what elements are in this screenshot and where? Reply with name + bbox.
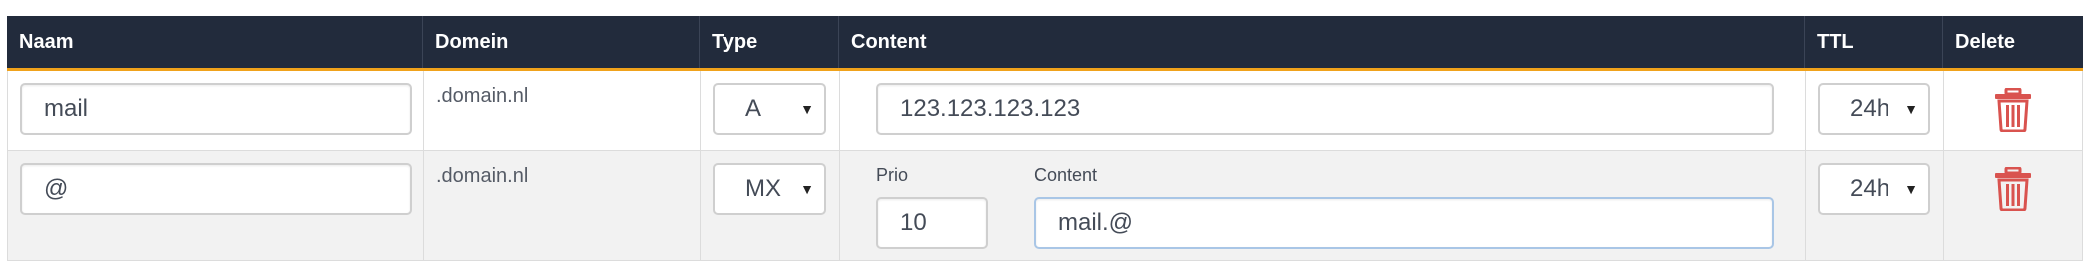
content-input[interactable]: 123.123.123.123 xyxy=(876,83,1774,135)
ttl-select-value: 24h xyxy=(1850,175,1888,202)
type-select[interactable]: MX ▼ xyxy=(713,163,826,215)
ttl-select[interactable]: 24h ▼ xyxy=(1818,163,1930,215)
mx-content-input[interactable]: mail.@ xyxy=(1034,197,1774,249)
header-type: Type xyxy=(700,16,839,68)
table-row: @ .domain.nl MX ▼ Prio Content 10 mail.@… xyxy=(7,151,2083,261)
type-select[interactable]: A ▼ xyxy=(713,83,826,135)
domain-suffix: .domain.nl xyxy=(436,165,529,187)
dns-records-table: Naam Domein Type Content TTL Delete mail… xyxy=(7,16,2083,261)
naam-input[interactable]: @ xyxy=(20,163,412,215)
header-naam: Naam xyxy=(7,16,423,68)
naam-input[interactable]: mail xyxy=(20,83,412,135)
type-select-value: MX xyxy=(745,175,781,202)
caret-down-icon: ▼ xyxy=(1904,181,1918,197)
caret-down-icon: ▼ xyxy=(800,101,814,117)
domain-suffix: .domain.nl xyxy=(436,85,529,107)
table-header: Naam Domein Type Content TTL Delete xyxy=(7,16,2083,71)
caret-down-icon: ▼ xyxy=(1904,101,1918,117)
trash-icon[interactable] xyxy=(1994,88,2032,132)
caret-down-icon: ▼ xyxy=(800,181,814,197)
type-select-value: A xyxy=(745,95,762,122)
trash-icon[interactable] xyxy=(1994,167,2032,211)
table-row: mail .domain.nl A ▼ 123.123.123.123 24h … xyxy=(7,71,2083,151)
prio-input[interactable]: 10 xyxy=(876,197,988,249)
header-ttl: TTL xyxy=(1805,16,1943,68)
header-domein: Domein xyxy=(423,16,700,68)
header-delete: Delete xyxy=(1955,31,2016,53)
prio-label: Prio xyxy=(876,165,909,185)
content-label: Content xyxy=(1034,165,1098,185)
ttl-select-value: 24h xyxy=(1850,95,1888,122)
header-content: Content xyxy=(839,16,1805,68)
ttl-select[interactable]: 24h ▼ xyxy=(1818,83,1930,135)
